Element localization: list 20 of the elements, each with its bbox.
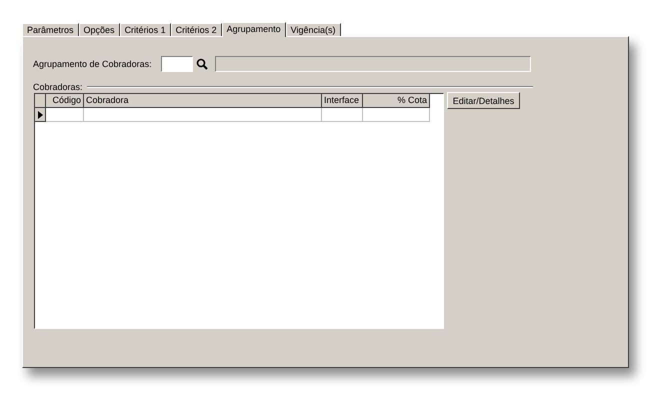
code-field[interactable] — [160, 56, 193, 72]
search-icon[interactable] — [196, 58, 208, 70]
column-header[interactable]: % Cota — [363, 94, 430, 108]
column-header[interactable]: Cobradora — [84, 94, 322, 108]
section-label: Cobradoras: — [33, 82, 83, 92]
field-label: Agrupamento de Cobradoras: — [33, 59, 152, 69]
tab[interactable]: Critérios 1 — [120, 23, 171, 36]
table-cell[interactable] — [363, 108, 430, 122]
tab[interactable]: Opções — [78, 23, 120, 36]
row-pointer-icon — [38, 110, 42, 118]
table-cell[interactable] — [84, 108, 322, 122]
tab[interactable]: Critérios 2 — [170, 23, 222, 36]
tab[interactable]: Vigência(s) — [286, 23, 340, 36]
table-cell[interactable] — [46, 108, 84, 122]
column-header[interactable]: Código — [46, 94, 84, 108]
edit-details-button[interactable]: Editar/Detalhes — [447, 92, 520, 109]
tab[interactable]: Agrupamento — [222, 22, 286, 37]
tab[interactable]: Parâmetros — [22, 23, 79, 36]
table-cell[interactable] — [322, 108, 363, 122]
column-header[interactable]: Interface — [322, 94, 363, 108]
